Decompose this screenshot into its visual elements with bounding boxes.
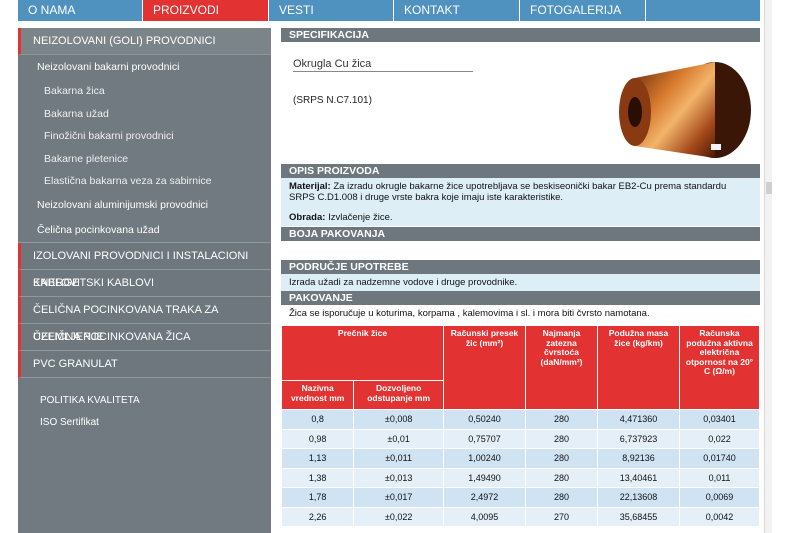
cell-cvrstoca: 270 <box>526 507 597 526</box>
cell-otpornost: 0,022 <box>680 429 759 448</box>
scrollbar-thumb[interactable] <box>766 182 772 194</box>
cell-dozvoljeno: ±0,013 <box>354 468 443 487</box>
section-head-opis: OPIS PROIZVODA <box>281 164 760 178</box>
sidebar-item-bakarna-uzad[interactable]: Bakarna užad <box>18 103 271 126</box>
cell-nazivna: 1,38 <box>282 468 354 487</box>
cell-nazivna: 2,26 <box>282 507 354 526</box>
section-body-opis: Materijal: Za izradu okrugle bakarne žic… <box>281 178 760 226</box>
cell-otpornost: 0,011 <box>680 468 759 487</box>
table-row: 0,8 ±0,008 0,50240 280 4,471360 0,03401 <box>282 410 759 429</box>
cell-dozvoljeno: ±0,011 <box>354 449 443 468</box>
nav-o-nama[interactable]: O NAMA <box>18 0 143 21</box>
cell-nazivna: 0,98 <box>282 429 354 448</box>
cell-otpornost: 0,0042 <box>680 507 759 526</box>
table-header-row: Prečnik žice Računski presek žic (mm²) N… <box>282 326 759 409</box>
cell-dozvoljeno: ±0,017 <box>354 488 443 507</box>
th-precnik: Prečnik žice <box>282 326 443 380</box>
table-row: 1,13 ±0,011 1,00240 280 8,92136 0,01740 <box>282 449 759 468</box>
table-row: 1,78 ±0,017 2,4972 280 22,13608 0,0069 <box>282 488 759 507</box>
sidebar-cat-energetski[interactable]: ENERGETSKI KABLOVI <box>18 269 271 297</box>
th-dozvoljeno: Dozvoljeno odstupanje mm <box>354 381 443 409</box>
section-head-boja: BOJA PAKOVANJA <box>281 227 760 241</box>
sidebar-item-bakarna-zica[interactable]: Bakarna žica <box>18 80 271 103</box>
main-content: SPECIFIKACIJA Okrugla Cu žica (SRPS N.C7… <box>281 28 760 533</box>
materijal-text: Materijal: Za izradu okrugle bakarne žic… <box>289 181 752 203</box>
section-head-specifikacija: SPECIFIKACIJA <box>281 28 760 42</box>
sidebar-cat-pvc[interactable]: PVC GRANULAT <box>18 350 271 378</box>
section-body-pakovanje: Žica se isporučuje u koturima, korpama ,… <box>281 305 760 323</box>
cell-masa: 4,471360 <box>598 410 679 429</box>
sidebar: NEIZOLOVANI (GOLI) PROVODNICI Neizolovan… <box>18 28 271 533</box>
nav-fotogalerija[interactable]: FOTOGALERIJA <box>520 0 646 21</box>
cell-presek: 0,50240 <box>444 410 525 429</box>
cell-cvrstoca: 280 <box>526 429 597 448</box>
obrada-value: Izvlačenje žice. <box>325 212 393 223</box>
cell-masa: 13,40461 <box>598 468 679 487</box>
cell-presek: 1,00240 <box>444 449 525 468</box>
copper-coil-image <box>619 62 751 158</box>
cell-otpornost: 0,01740 <box>680 449 759 468</box>
th-cvrstoca: Najmanja zatezna čvrstoća (daN/mm²) <box>526 326 597 409</box>
cell-presek: 4,0095 <box>444 507 525 526</box>
nav-kontakt[interactable]: KONTAKT <box>394 0 520 21</box>
top-navigation: O NAMA PROIZVODI VESTI KONTAKT FOTOGALER… <box>18 0 760 21</box>
cell-masa: 22,13608 <box>598 488 679 507</box>
obrada-label: Obrada: <box>289 212 326 223</box>
th-masa: Podužna masa žice (kg/km) <box>598 326 679 409</box>
table-row: 0,98 ±0,01 0,75707 280 6,737923 0,022 <box>282 429 759 448</box>
materijal-value: Za izradu okrugle bakarne žice upotreblj… <box>289 181 727 203</box>
table-row: 2,26 ±0,022 4,0095 270 35,68455 0,0042 <box>282 507 759 526</box>
cell-cvrstoca: 280 <box>526 468 597 487</box>
page-scrollbar[interactable] <box>764 0 772 533</box>
cell-presek: 2,4972 <box>444 488 525 507</box>
sidebar-link-politika[interactable]: POLITIKA KVALITETA <box>18 390 271 412</box>
cell-dozvoljeno: ±0,022 <box>354 507 443 526</box>
cell-cvrstoca: 280 <box>526 410 597 429</box>
spec-table: Prečnik žice Računski presek žic (mm²) N… <box>281 325 760 527</box>
cell-otpornost: 0,0069 <box>680 488 759 507</box>
th-presek: Računski presek žic (mm²) <box>444 326 525 409</box>
cell-nazivna: 0,8 <box>282 410 354 429</box>
sidebar-link-iso[interactable]: ISO Sertifikat <box>18 412 271 434</box>
sidebar-cat-zica[interactable]: ČELIČNA POCINKOVANA ŽICA <box>18 323 271 351</box>
cell-nazivna: 1,13 <box>282 449 354 468</box>
cell-presek: 1,49490 <box>444 468 525 487</box>
product-title: Okrugla Cu žica <box>293 58 473 72</box>
cell-otpornost: 0,03401 <box>680 410 759 429</box>
cell-masa: 35,68455 <box>598 507 679 526</box>
cell-cvrstoca: 280 <box>526 449 597 468</box>
sidebar-cat-neizolovani[interactable]: NEIZOLOVANI (GOLI) PROVODNICI <box>18 28 271 55</box>
cell-masa: 8,92136 <box>598 449 679 468</box>
section-body-podrucje: Izrada užadi za nadzemne vodove i druge … <box>281 274 760 291</box>
cell-dozvoljeno: ±0,008 <box>354 410 443 429</box>
nav-empty <box>646 0 760 21</box>
th-nazivna: Nazivna vrednost mm <box>282 381 354 409</box>
th-otpornost: Računska podužna aktivna električna otpo… <box>680 326 759 409</box>
nav-proizvodi[interactable]: PROIZVODI <box>143 0 269 21</box>
cell-masa: 6,737923 <box>598 429 679 448</box>
section-body-boja <box>281 241 760 253</box>
sidebar-item-finozicni[interactable]: Finožični bakarni provodnici <box>18 125 271 148</box>
sidebar-item-pletenice[interactable]: Bakarne pletenice <box>18 148 271 171</box>
sidebar-sub-aluminijumski[interactable]: Neizolovani aluminijumski provodnici <box>18 193 271 218</box>
sidebar-sub-bakarni[interactable]: Neizolovani bakarni provodnici <box>18 55 271 80</box>
table-row: 1,38 ±0,013 1,49490 280 13,40461 0,011 <box>282 468 759 487</box>
cell-dozvoljeno: ±0,01 <box>354 429 443 448</box>
cell-nazivna: 1,78 <box>282 488 354 507</box>
section-head-pakovanje: PAKOVANJE <box>281 291 760 305</box>
nav-vesti[interactable]: VESTI <box>269 0 394 21</box>
materijal-label: Materijal: <box>289 181 331 192</box>
sidebar-sub-celicna-uzad[interactable]: Čelična pocinkovana užad <box>18 218 271 243</box>
sidebar-cat-izolovani[interactable]: IZOLOVANI PROVODNICI I INSTALACIONI KABL… <box>18 242 271 289</box>
cell-cvrstoca: 280 <box>526 488 597 507</box>
cell-presek: 0,75707 <box>444 429 525 448</box>
sidebar-cat-traka[interactable]: ČELIČNA POCINKOVANA TRAKA ZA UZEMLJENJE <box>18 296 271 343</box>
product-spec-area: Okrugla Cu žica (SRPS N.C7.101) <box>281 42 760 164</box>
product-standard: (SRPS N.C7.101) <box>293 95 372 106</box>
section-head-podrucje: PODRUČJE UPOTREBE <box>281 260 760 274</box>
sidebar-item-elasticna-veza[interactable]: Elastična bakarna veza za sabirnice <box>18 170 271 193</box>
obrada-text: Obrada: Izvlačenje žice. <box>289 212 752 223</box>
